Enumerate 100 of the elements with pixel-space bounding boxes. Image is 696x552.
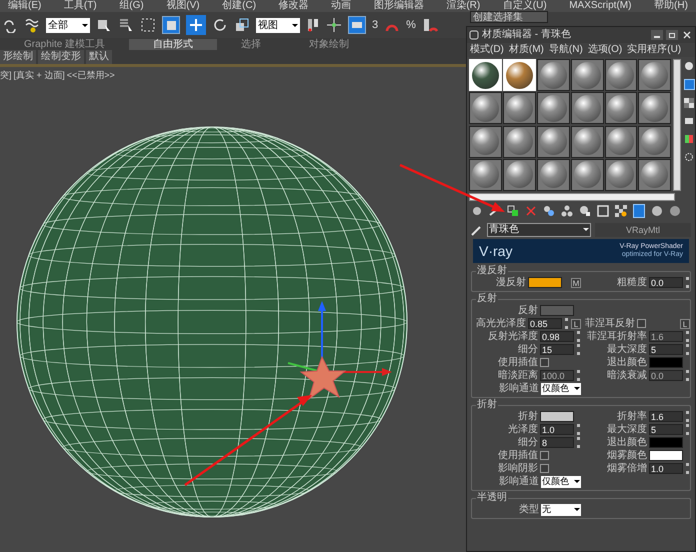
ribbon-tab[interactable]: 自由形式 bbox=[129, 39, 218, 50]
select-manipulate-icon[interactable] bbox=[326, 17, 342, 33]
material-id-icon[interactable] bbox=[597, 205, 609, 217]
checkbox[interactable] bbox=[637, 319, 646, 328]
make-unique-icon[interactable] bbox=[561, 205, 573, 217]
close-icon[interactable] bbox=[681, 30, 693, 40]
scrollbar[interactable] bbox=[673, 59, 682, 191]
spinner-arrows-icon[interactable] bbox=[685, 277, 690, 288]
spinner-arrows-icon[interactable] bbox=[576, 437, 581, 448]
select-object-icon[interactable] bbox=[96, 17, 112, 33]
spinner-arrows-icon[interactable] bbox=[685, 411, 690, 422]
dropdown[interactable]: 无 bbox=[541, 504, 581, 516]
spinner-arrows-icon[interactable] bbox=[576, 331, 581, 342]
bind-icon[interactable] bbox=[24, 17, 40, 33]
spinner-arrows-icon[interactable] bbox=[685, 424, 690, 435]
go-forward-icon[interactable] bbox=[669, 205, 681, 217]
assign-to-selection-icon[interactable] bbox=[507, 205, 519, 217]
rotate-icon[interactable] bbox=[212, 17, 228, 33]
go-to-parent-icon[interactable] bbox=[651, 205, 663, 217]
ribbon-tab[interactable]: Graphite 建模工具 bbox=[0, 39, 130, 50]
selection-filter-dropdown[interactable]: 全部 bbox=[46, 18, 90, 32]
spinner-field[interactable]: 1.6 bbox=[649, 411, 683, 422]
menu-item[interactable]: 编辑(E) bbox=[8, 0, 42, 12]
menu-item[interactable]: 组(G) bbox=[119, 0, 144, 12]
color-swatch[interactable] bbox=[528, 277, 562, 288]
options-icon[interactable] bbox=[684, 152, 694, 162]
minimize-button[interactable] bbox=[651, 30, 663, 40]
show-end-result-button[interactable] bbox=[633, 204, 645, 218]
ribbon-panel-button[interactable]: 默认 bbox=[86, 50, 112, 64]
menu-item[interactable]: 工具(T) bbox=[64, 0, 97, 12]
spinner-field[interactable]: 1.0 bbox=[649, 463, 683, 474]
map-button[interactable]: M bbox=[571, 278, 581, 288]
move-button[interactable] bbox=[186, 15, 206, 35]
spinner-arrows-icon[interactable] bbox=[685, 370, 690, 381]
backlight-button[interactable] bbox=[684, 79, 695, 90]
color-swatch[interactable] bbox=[540, 411, 574, 422]
menu-item[interactable]: 修改器 bbox=[278, 0, 309, 12]
put-to-library-icon[interactable] bbox=[579, 205, 591, 217]
menu-item[interactable]: 模式(D) bbox=[470, 43, 504, 57]
spinner-arrows-icon[interactable] bbox=[576, 344, 581, 355]
ribbon-panel-button[interactable]: 绘制变形 bbox=[38, 50, 84, 64]
menu-item[interactable]: 视图(V) bbox=[166, 0, 200, 12]
ribbon-tab[interactable]: 对象绘制 bbox=[285, 39, 374, 50]
menu-item[interactable]: 帮助(H) bbox=[654, 0, 688, 12]
menu-item[interactable]: 导航(N) bbox=[548, 43, 583, 57]
menu-item[interactable]: 图形编辑器 bbox=[374, 0, 424, 12]
dropdown[interactable]: 仅颜色 bbox=[541, 382, 581, 394]
menu-item[interactable]: 材质(M) bbox=[508, 43, 544, 57]
menu-item[interactable]: 动画 bbox=[331, 0, 352, 12]
horizontal-scrollbar[interactable] bbox=[469, 193, 675, 201]
scale-icon[interactable] bbox=[234, 17, 250, 33]
snap-toggle[interactable]: 3 bbox=[372, 18, 378, 32]
sample-uv-icon[interactable] bbox=[684, 116, 694, 126]
rectangle-selection-icon[interactable] bbox=[140, 17, 156, 33]
color-swatch[interactable] bbox=[649, 357, 683, 368]
checkbox[interactable] bbox=[540, 451, 549, 460]
coordinate-system-dropdown[interactable]: 视图 bbox=[256, 18, 300, 32]
show-map-icon[interactable] bbox=[615, 205, 627, 217]
pivot-icon[interactable] bbox=[306, 17, 320, 33]
color-check-icon[interactable] bbox=[684, 134, 694, 144]
spinner-arrows-icon[interactable] bbox=[685, 331, 690, 342]
menu-item[interactable]: 实用程序(U) bbox=[627, 43, 682, 57]
copy-material-icon[interactable] bbox=[543, 205, 555, 217]
spinner-field[interactable]: 1.0 bbox=[540, 424, 574, 435]
spinner-field[interactable]: 8 bbox=[540, 437, 574, 448]
keyboard-shortcut-button[interactable] bbox=[348, 16, 366, 34]
spinner-arrows-icon[interactable] bbox=[685, 344, 690, 355]
named-selection-dropdown[interactable]: 创建选择集 bbox=[470, 11, 548, 23]
lock-button[interactable]: L bbox=[680, 318, 690, 328]
color-swatch[interactable] bbox=[540, 305, 574, 316]
spinner-snap-icon[interactable] bbox=[422, 17, 438, 33]
spinner-arrows-icon[interactable] bbox=[576, 424, 581, 435]
percent-snap-toggle[interactable]: % bbox=[406, 18, 416, 32]
viewport-label[interactable]: 突] bbox=[0, 69, 12, 82]
select-by-name-icon[interactable] bbox=[118, 17, 134, 33]
menu-item[interactable]: MAXScript(M) bbox=[569, 0, 632, 12]
window-crossing-button[interactable] bbox=[162, 16, 180, 34]
dropdown[interactable]: 仅颜色 bbox=[541, 476, 581, 488]
checkbox[interactable] bbox=[540, 464, 549, 473]
spinner-arrows-icon[interactable] bbox=[685, 463, 690, 474]
spinner-arrows-icon[interactable] bbox=[564, 318, 569, 329]
checker-icon[interactable] bbox=[684, 98, 694, 108]
spinner-field[interactable]: 0.98 bbox=[540, 331, 574, 342]
spinner-field[interactable]: 0.85 bbox=[528, 318, 562, 329]
menu-item[interactable]: 选项(O) bbox=[588, 43, 622, 57]
spinner-field[interactable]: 0.0 bbox=[649, 277, 683, 288]
material-name-field[interactable]: 青珠色 bbox=[487, 222, 591, 236]
color-swatch[interactable] bbox=[649, 450, 683, 461]
sample-sphere-icon[interactable] bbox=[684, 61, 694, 71]
spinner-field[interactable]: 15 bbox=[540, 344, 574, 355]
eyedropper-icon[interactable] bbox=[471, 224, 483, 236]
get-material-icon[interactable] bbox=[471, 205, 483, 217]
spinner-field[interactable]: 5 bbox=[649, 424, 683, 435]
lock-button[interactable]: L bbox=[571, 318, 581, 328]
viewport-label[interactable]: <<已禁用>> bbox=[66, 69, 115, 82]
menu-item[interactable]: 创建(C) bbox=[222, 0, 256, 12]
spinner-field[interactable]: 5 bbox=[649, 344, 683, 355]
ribbon-panel-button[interactable]: 形绘制 bbox=[0, 50, 36, 64]
checkbox[interactable] bbox=[540, 358, 549, 367]
material-type-button[interactable]: VRayMtl bbox=[595, 222, 691, 236]
